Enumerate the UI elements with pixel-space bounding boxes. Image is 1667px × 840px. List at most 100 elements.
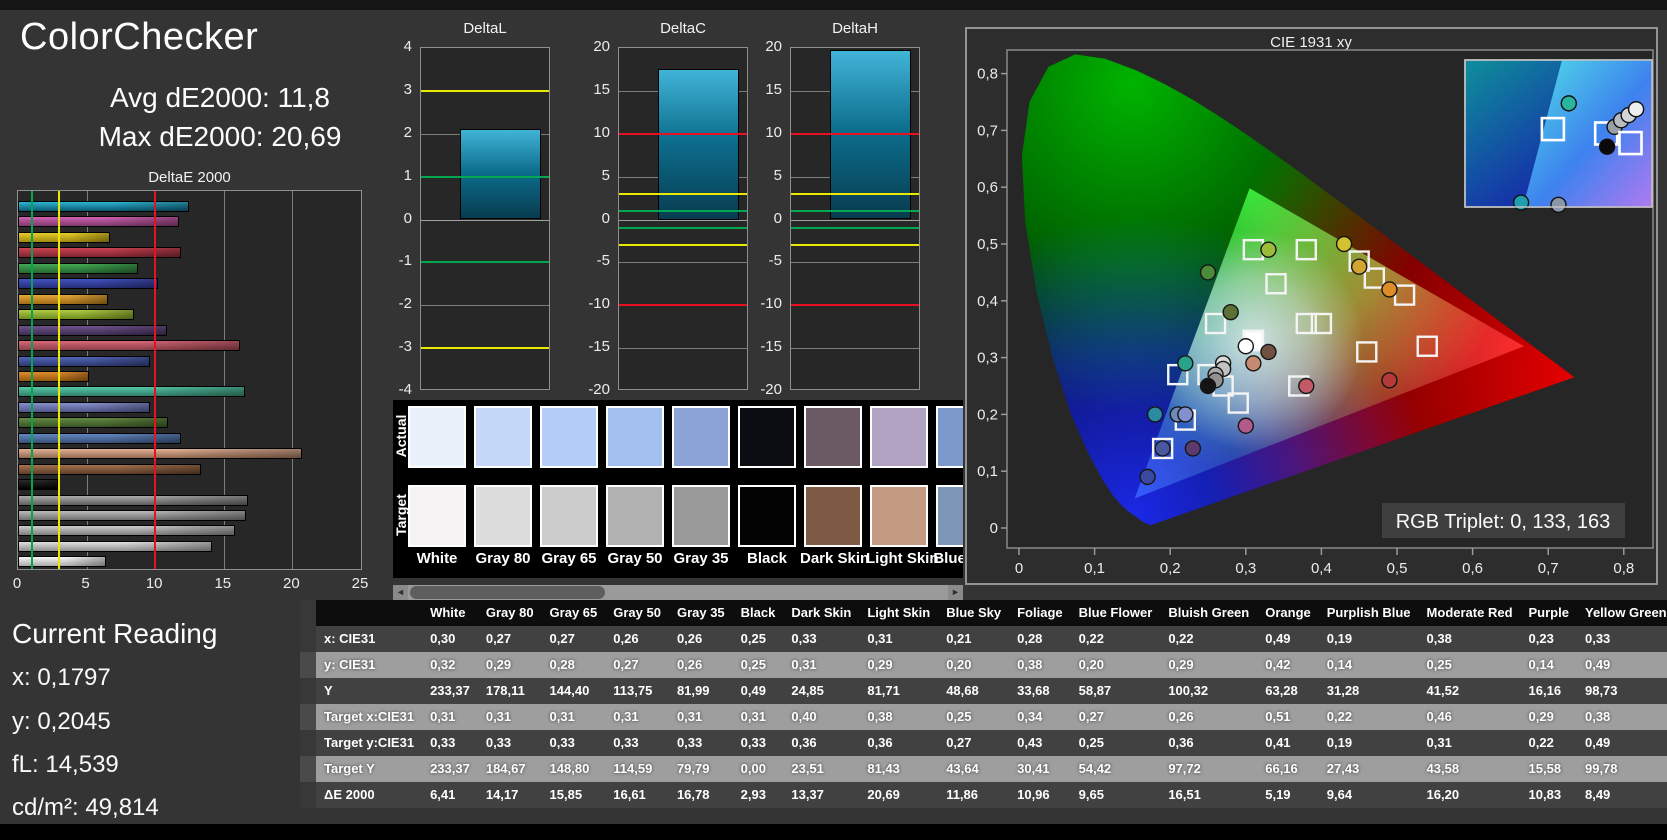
table-cell: 0,20 [938,652,1010,678]
swatch-column-label: White [416,550,458,567]
table-cell: 0,23 [1520,626,1577,652]
deltah-gridline [791,262,919,264]
deltac-ref-line [619,209,747,212]
cie-measured-marker-magenta [1237,417,1254,434]
swatch-actual-gray-50 [606,406,664,468]
table-row: y: CIE31 0,32 0,29 0,28 0,27 0,26 0,25 0,31 0,29… [300,652,1667,678]
table-cell: 15,58 [1520,756,1577,782]
swatch-column-label: Gray 50 [607,550,663,567]
table-cell: 148,80 [541,756,606,782]
swatch-target-black [738,485,796,547]
cie-measured-marker-blue-flower [1177,406,1194,423]
table-cell: 48,68 [938,678,1010,704]
table-column-header: Gray 35 [668,600,733,626]
deltac-ref-line [619,244,747,247]
table-cell: 0,31 [732,704,784,730]
swatch-scrollbar[interactable]: ◄ ► [393,585,963,600]
table-cell: 233,37 [422,678,478,704]
row-gutter [300,782,316,808]
table-row-label: y: CIE31 [316,652,423,678]
table-row-label: Y [316,678,423,704]
inset-measured-marker [1627,101,1645,118]
table-cell: 79,79 [668,756,733,782]
deltac-ref-line [619,132,747,135]
cie-y-tick-label: 0,6 [977,179,998,196]
row-gutter [300,730,316,756]
avg-de2000-stat: Avg dE2000: 11,8 [109,82,331,113]
current-reading-y: y: 0,2045 [12,708,111,735]
table-cell: 0,34 [1009,704,1071,730]
cie-x-tick-label: 0 [1015,560,1023,577]
deltae-bar [18,309,135,321]
cie-x-tick-label: 0,7 [1538,560,1559,577]
table-cell: 0,31 [668,704,733,730]
table-cell: 0,28 [541,652,606,678]
table-cell: 63,28 [1257,678,1319,704]
table-cell: 24,85 [783,678,860,704]
scrollbar-thumb[interactable] [410,586,605,599]
table-column-header: Blue Flower [1070,600,1161,626]
swatch-target-gray-35 [672,485,730,547]
table-cell: 0,14 [1318,652,1419,678]
deltae-bar [18,340,241,352]
table-cell: 10,83 [1520,782,1577,808]
table-cell: 0,38 [1418,626,1521,652]
table-cell: 0,31 [1418,730,1521,756]
table-cell: 0,29 [477,652,542,678]
deltac-tick-label: 15 [593,80,610,98]
table-column-header: Dark Skin [783,600,860,626]
deltae-ref-line [58,191,61,569]
table-row-label: Target y:CIE31 [316,730,423,756]
table-cell: 8,49 [1576,782,1667,808]
swatch-column-label: Dark Skin [800,550,870,567]
swatch-target-light-skin [870,485,928,547]
table-cell: 0,27 [605,652,669,678]
table-cell: 9,65 [1070,782,1161,808]
table-cell: 0,22 [1070,626,1161,652]
deltah-tick-label: 5 [773,166,782,184]
table-cell: 0,25 [1070,730,1161,756]
table-cell: 81,99 [668,678,733,704]
cie-measured-marker-orange [1381,281,1398,298]
table-cell: 0,43 [1009,730,1071,756]
table-corner [300,600,316,626]
scrollbar-right-arrow-icon[interactable]: ► [948,585,963,600]
table-row-label: Target x:CIE31 [316,704,423,730]
table-cell: 0,22 [1520,730,1577,756]
table-cell: 0,49 [732,678,784,704]
table-cell: 0,51 [1257,704,1319,730]
measurement-data-table: White Gray 80 Gray 65 Gray 50 Gray 35 Black Da… [300,600,1667,808]
table-cell: 0,31 [422,704,478,730]
table-column-header: Black [732,600,784,626]
cie-y-tick-label: 0,4 [977,293,998,310]
deltae-axis-tick-label: 0 [12,575,22,592]
table-cell: 0,31 [541,704,606,730]
table-cell: 0,26 [1160,704,1258,730]
deltal-tick-label: 2 [403,123,412,141]
table-cell: 0,31 [783,652,860,678]
deltal-gridline [421,219,549,221]
swatch-column-label: Gray 80 [475,550,531,567]
cie-x-tick-label: 0,2 [1160,560,1181,577]
deltal-tick-label: -1 [398,252,412,270]
swatch-target-gray-50 [606,485,664,547]
deltac-chart [618,47,748,390]
scrollbar-left-arrow-icon[interactable]: ◄ [393,585,408,600]
cie-zoom-inset [1464,59,1653,213]
bottom-border [0,824,1667,840]
table-cell: 0,33 [477,730,542,756]
table-cell: 233,37 [422,756,478,782]
deltal-tick-label: -2 [398,295,412,313]
swatch-target-blue-sky [936,485,963,547]
table-cell: 13,37 [783,782,860,808]
table-cell: 6,41 [422,782,478,808]
swatch-column-label: Gray 65 [541,550,597,567]
deltae-bar [18,247,181,259]
deltah-ref-line [791,192,919,195]
table-cell: 16,20 [1418,782,1521,808]
deltae-axis-tick-label: 5 [81,575,90,592]
table-cell: 41,52 [1418,678,1521,704]
deltal-bar [460,129,541,220]
swatch-column-label: Gray 35 [673,550,729,567]
cie-measured-marker-dark-skin [1260,343,1277,361]
